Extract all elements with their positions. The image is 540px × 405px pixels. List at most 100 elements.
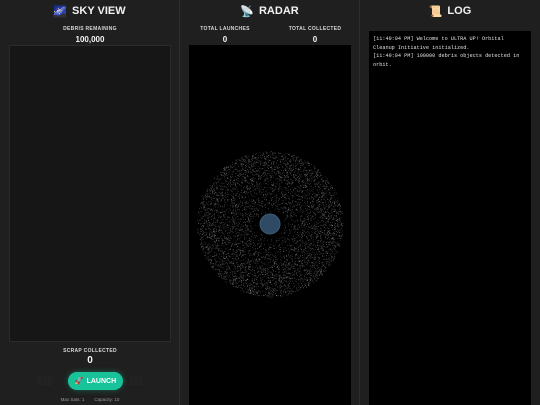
debris-dot (304, 245, 305, 246)
debris-dot (262, 285, 263, 287)
debris-dot (314, 221, 316, 222)
debris-dot (282, 191, 284, 192)
debris-dot (305, 219, 306, 221)
debris-dot (247, 285, 248, 286)
debris-dot (227, 238, 228, 239)
debris-dot (224, 205, 225, 207)
debris-dot (325, 251, 327, 252)
debris-dot (200, 243, 202, 245)
debris-dot (216, 260, 218, 262)
debris-dot (257, 254, 259, 256)
debris-dot (279, 183, 280, 184)
debris-dot (230, 253, 232, 255)
debris-dot (338, 219, 339, 221)
debris-dot (237, 183, 239, 184)
debris-dot (270, 180, 272, 182)
debris-dot (330, 235, 331, 236)
debris-dot (279, 167, 280, 168)
debris-dot (255, 250, 256, 252)
debris-dot (224, 178, 226, 180)
debris-dot (234, 236, 236, 238)
debris-dot (274, 187, 276, 189)
debris-dot (324, 206, 326, 208)
debris-dot (284, 257, 285, 259)
debris-dot (304, 270, 306, 272)
debris-dot (310, 183, 311, 184)
debris-dot (204, 252, 206, 254)
debris-dot (271, 168, 273, 169)
debris-dot (324, 271, 326, 272)
debris-dot (288, 252, 290, 253)
debris-dot (260, 244, 261, 245)
debris-dot (270, 175, 271, 177)
debris-dot (245, 167, 246, 169)
debris-dot (331, 225, 332, 226)
debris-dot (205, 209, 207, 211)
debris-dot (202, 198, 204, 200)
debris-dot (299, 271, 301, 272)
debris-dot (241, 263, 242, 264)
debris-dot (241, 164, 242, 165)
debris-dot (340, 224, 342, 225)
debris-dot (308, 255, 309, 257)
debris-dot (276, 206, 278, 207)
debris-dot (222, 195, 224, 197)
debris-dot (293, 159, 294, 161)
debris-dot (254, 216, 256, 217)
debris-dot (317, 269, 319, 271)
debris-dot (255, 189, 256, 191)
debris-dot (256, 260, 258, 262)
debris-dot (271, 271, 273, 273)
debris-dot (249, 191, 251, 193)
debris-dot (210, 203, 212, 204)
debris-dot (304, 184, 305, 186)
debris-dot (237, 189, 238, 190)
debris-dot (297, 163, 299, 165)
sky-canvas[interactable] (9, 45, 171, 342)
radar-stats: TOTAL LAUNCHES 0 TOTAL COLLECTED 0 (180, 26, 360, 44)
debris-dot (225, 275, 226, 277)
debris-dot (215, 262, 216, 264)
debris-dot (266, 271, 268, 273)
debris-dot (269, 290, 271, 292)
debris-dot (290, 278, 291, 279)
debris-dot (222, 263, 224, 265)
debris-dot (308, 207, 310, 208)
debris-dot (224, 276, 225, 278)
debris-dot (253, 161, 255, 163)
debris-dot (336, 226, 338, 227)
debris-dot (304, 160, 306, 161)
debris-dot (217, 195, 219, 196)
debris-dot (305, 250, 307, 252)
debris-dot (247, 162, 249, 164)
debris-dot (257, 171, 258, 172)
debris-dot (257, 271, 259, 272)
debris-dot (325, 192, 327, 194)
debris-dot (339, 242, 340, 244)
debris-dot (295, 188, 296, 189)
debris-dot (317, 211, 319, 212)
debris-dot (261, 213, 262, 215)
debris-dot (205, 254, 206, 256)
debris-dot (231, 223, 233, 225)
debris-dot (272, 291, 273, 292)
debris-dot (260, 170, 261, 172)
debris-dot (309, 233, 310, 235)
debris-dot (198, 212, 199, 214)
debris-dot (298, 236, 300, 237)
debris-dot (261, 265, 263, 266)
debris-dot (330, 233, 332, 234)
debris-dot (280, 275, 282, 277)
debris-dot (324, 269, 325, 270)
debris-dot (235, 167, 237, 169)
debris-dot (326, 209, 328, 210)
debris-dot (200, 217, 202, 219)
debris-dot (271, 153, 273, 155)
debris-dot (308, 206, 309, 207)
debris-dot (300, 210, 301, 211)
debris-dot (282, 194, 284, 196)
launch-button[interactable]: 🚀 LAUNCH (68, 372, 123, 390)
debris-dot (316, 183, 318, 184)
debris-dot (294, 285, 295, 287)
debris-dot (298, 283, 299, 285)
